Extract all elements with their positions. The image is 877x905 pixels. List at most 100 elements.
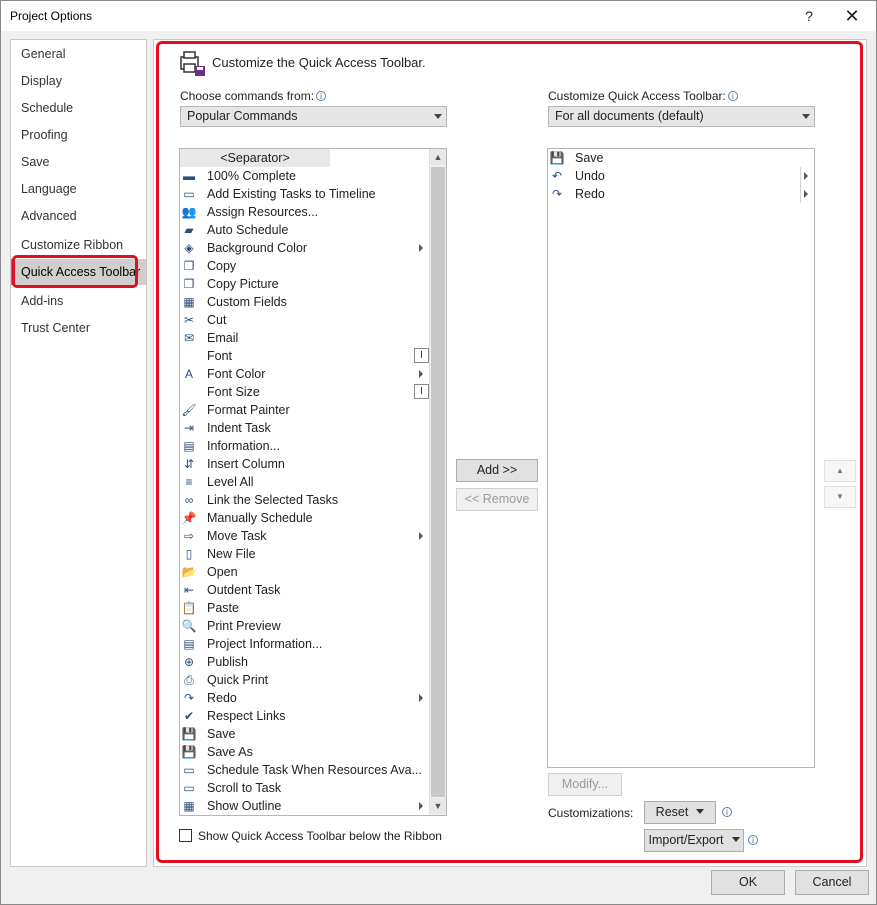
list-item[interactable]: 💾 Save	[180, 725, 446, 743]
command-icon: ◈	[184, 241, 194, 255]
command-icon: 💾	[181, 745, 197, 759]
command-icon: A	[184, 367, 193, 381]
list-item[interactable]: A Font Color	[180, 365, 446, 383]
choose-commands-select[interactable]: Popular Commands	[180, 106, 447, 127]
list-item-label: Save	[207, 727, 236, 741]
close-button[interactable]: ✕	[839, 5, 865, 27]
list-item[interactable]: 🔍 Print Preview	[180, 617, 446, 635]
list-item[interactable]: ❐ Copy	[180, 257, 446, 275]
list-item-label: New File	[207, 547, 256, 561]
list-item[interactable]: ▰ Auto Schedule	[180, 221, 446, 239]
command-icon: ▭	[183, 187, 195, 201]
list-item[interactable]: ≡ Level All	[180, 473, 446, 491]
list-item[interactable]: 💾 Save	[548, 149, 814, 167]
sidebar-item-trust-center[interactable]: Trust Center	[11, 315, 146, 341]
sidebar-item-advanced[interactable]: Advanced	[11, 203, 146, 229]
list-item-label: Auto Schedule	[207, 223, 289, 237]
quick-access-toolbar-icon	[180, 51, 205, 76]
list-item[interactable]: <Separator>	[180, 149, 330, 167]
list-item[interactable]: ◈ Background Color	[180, 239, 446, 257]
command-icon: 📋	[181, 601, 197, 615]
info-icon: i	[727, 91, 738, 101]
modify-button[interactable]: Modify...	[548, 773, 622, 796]
scroll-up-icon[interactable]: ▲	[430, 149, 446, 165]
list-item[interactable]: ⇨ Move Task	[180, 527, 446, 545]
list-item-label: Respect Links	[207, 709, 286, 723]
list-item[interactable]: 📋 Paste	[180, 599, 446, 617]
customize-qat-select[interactable]: For all documents (default)	[548, 106, 815, 127]
list-item-label: Schedule Task When Resources Ava...	[207, 763, 422, 777]
list-item[interactable]: 💾 Save As	[180, 743, 446, 761]
list-item[interactable]: ↶ Undo	[548, 167, 814, 185]
list-item[interactable]: 👥 Assign Resources...	[180, 203, 446, 221]
chevron-right-icon	[419, 694, 423, 702]
text-cursor-icon: I	[414, 348, 429, 363]
list-item-label: Save	[575, 151, 604, 165]
list-item[interactable]: ❐ Copy Picture	[180, 275, 446, 293]
list-item[interactable]: Font I	[180, 347, 446, 365]
title-bar: Project Options ? ✕	[1, 1, 876, 31]
command-icon: 🔍	[181, 619, 197, 633]
list-item[interactable]: ⊕ Publish	[180, 653, 446, 671]
import-export-button[interactable]: Import/Export	[644, 829, 744, 852]
remove-button[interactable]: << Remove	[456, 488, 538, 511]
sidebar-item-language[interactable]: Language	[11, 176, 146, 202]
list-item-label: Save As	[207, 745, 253, 759]
list-item[interactable]: 📂 Open	[180, 563, 446, 581]
list-item[interactable]: ↷ Redo	[548, 185, 814, 203]
command-icon: ⇵	[183, 457, 195, 471]
list-item[interactable]: 📌 Manually Schedule	[180, 509, 446, 527]
help-button[interactable]: ?	[799, 5, 819, 27]
list-item[interactable]: ✔ Respect Links	[180, 707, 446, 725]
command-icon: ⇨	[183, 529, 195, 543]
show-below-ribbon-checkbox[interactable]	[179, 829, 192, 842]
sidebar-item-add-ins[interactable]: Add-ins	[11, 288, 146, 314]
chevron-right-icon	[419, 802, 423, 810]
cancel-button[interactable]: Cancel	[795, 870, 869, 895]
commands-scrollbar[interactable]: ▲ ▼	[429, 149, 446, 815]
commands-list[interactable]: <Separator> ▬ 100% Complete ▭ Add Existing T…	[179, 148, 447, 816]
chevron-down-icon	[802, 114, 810, 119]
list-item[interactable]: ⇵ Insert Column	[180, 455, 446, 473]
list-item-label: Font	[207, 349, 233, 363]
ok-button[interactable]: OK	[711, 870, 785, 895]
list-item[interactable]: ▬ 100% Complete	[180, 167, 446, 185]
choose-commands-value: Popular Commands	[187, 109, 298, 123]
scroll-thumb[interactable]	[431, 167, 445, 797]
list-item[interactable]: ⇥ Indent Task	[180, 419, 446, 437]
list-item[interactable]: ↷ Redo	[180, 689, 446, 707]
list-item[interactable]: ▤ Information...	[180, 437, 446, 455]
list-item[interactable]: ⇤ Outdent Task	[180, 581, 446, 599]
command-icon: 👥	[181, 205, 197, 219]
list-item[interactable]: ✂ Cut	[180, 311, 446, 329]
list-item[interactable]: ✉ Email	[180, 329, 446, 347]
toolbar-list[interactable]: 💾 Save ↶ Undo ↷ Redo	[547, 148, 815, 768]
list-item-label: Print Preview	[207, 619, 281, 633]
sidebar-item-general[interactable]: General	[11, 41, 146, 67]
list-item[interactable]: ▤ Project Information...	[180, 635, 446, 653]
list-item-label: Link the Selected Tasks	[207, 493, 339, 507]
move-up-button[interactable]: ▲	[824, 460, 856, 482]
scroll-down-icon[interactable]: ▼	[430, 798, 446, 814]
sidebar-item-save[interactable]: Save	[11, 149, 146, 175]
list-item[interactable]: ▭ Scroll to Task	[180, 779, 446, 797]
add-button[interactable]: Add >>	[456, 459, 538, 482]
list-item[interactable]: ⎙ Quick Print	[180, 671, 446, 689]
reset-button[interactable]: Reset	[644, 801, 716, 824]
list-item-label: Paste	[207, 601, 239, 615]
list-item[interactable]: ▦ Show Outline	[180, 797, 446, 815]
list-item[interactable]: ▭ Schedule Task When Resources Ava...	[180, 761, 446, 779]
list-item[interactable]: Font Size I	[180, 383, 446, 401]
sidebar-item-proofing[interactable]: Proofing	[11, 122, 146, 148]
import-export-label: Import/Export	[648, 833, 724, 847]
list-item[interactable]: ▦ Custom Fields	[180, 293, 446, 311]
text-cursor-icon: I	[414, 384, 429, 399]
list-item[interactable]: 🖌 Format Painter	[180, 401, 446, 419]
list-item[interactable]: ▭ Add Existing Tasks to Timeline	[180, 185, 446, 203]
sidebar-item-schedule[interactable]: Schedule	[11, 95, 146, 121]
sidebar-item-display[interactable]: Display	[11, 68, 146, 94]
list-item[interactable]: ▯ New File	[180, 545, 446, 563]
move-down-button[interactable]: ▼	[824, 486, 856, 508]
list-item[interactable]: ∞ Link the Selected Tasks	[180, 491, 446, 509]
list-item-label: Format Painter	[207, 403, 290, 417]
